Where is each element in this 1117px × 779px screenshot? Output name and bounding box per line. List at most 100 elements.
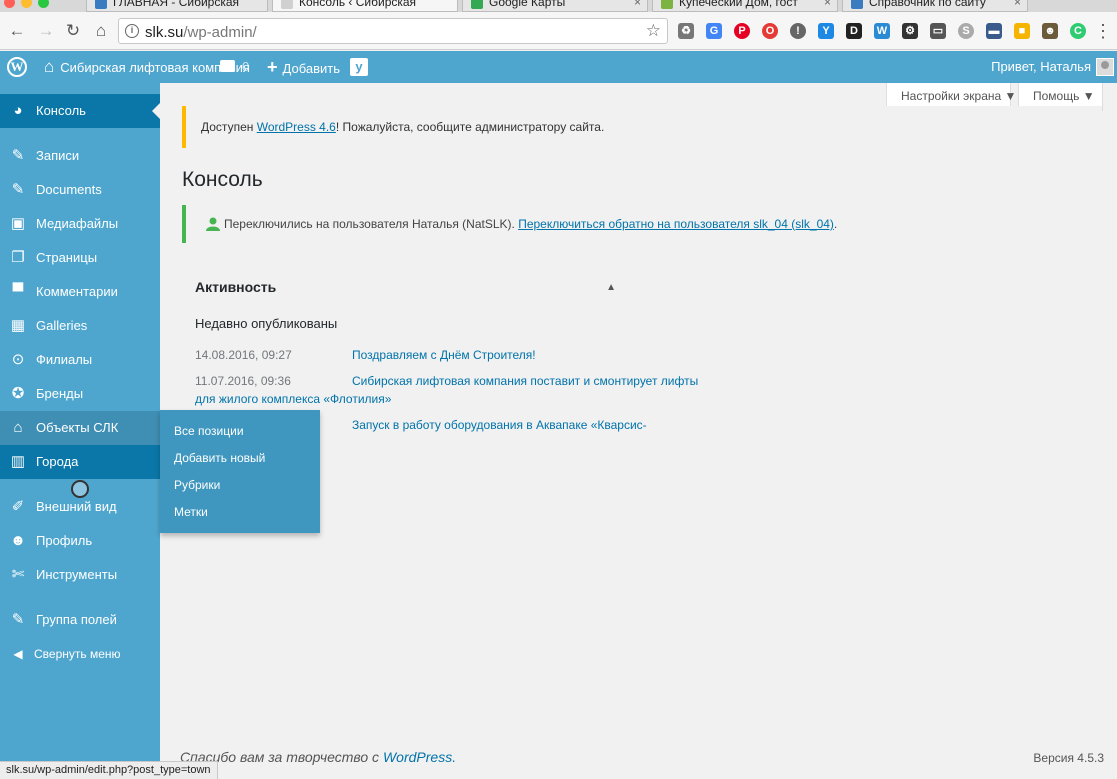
sidebar-item-field-groups[interactable]: ✎ Группа полей (0, 603, 160, 637)
notice-text: ! Пожалуйста, сообщите администратору са… (335, 120, 605, 134)
submenu-tags[interactable]: Метки (174, 505, 208, 519)
sidebar-item-branches[interactable]: ⊙ Филиалы (0, 343, 160, 377)
sidebar-item-label: Профиль (36, 533, 93, 548)
sidebar-item-label: Комментарии (36, 284, 118, 299)
close-tab-icon[interactable]: × (634, 0, 641, 9)
post-link[interactable]: для жилого комплекса «Флотилия» (195, 392, 391, 406)
sidebar-item-posts[interactable]: ✎ Записи (0, 139, 160, 173)
home-icon[interactable]: ⌂ (90, 20, 112, 42)
tab-favicon-icon (851, 0, 863, 9)
extension-owl-icon[interactable]: ☻ (1042, 23, 1058, 39)
greeting-text: Привет, Наталья (991, 59, 1091, 74)
zoom-window-button[interactable] (38, 0, 49, 8)
browser-tab[interactable]: Справочник по сайту × (842, 0, 1028, 12)
switch-user-notice: Переключились на пользователя Наталья (N… (182, 205, 1102, 243)
minimize-window-button[interactable] (21, 0, 32, 8)
extension-bookmark-icon[interactable]: ■ (1014, 23, 1030, 39)
extension-translate-icon[interactable]: G (706, 23, 722, 39)
close-window-button[interactable] (4, 0, 15, 8)
address-bar[interactable]: i slk.su/wp-admin/ ☆ (118, 18, 668, 44)
add-new-link[interactable]: + Добавить (267, 51, 340, 83)
browser-tab[interactable]: Google Карты × (462, 0, 648, 12)
wordpress-logo-icon[interactable]: W (7, 57, 27, 77)
post-link[interactable]: Поздравляем с Днём Строителя! (352, 348, 536, 362)
switch-notice-end: . (833, 217, 838, 231)
update-notice: Доступен WordPress 4.6! Пожалуйста, сооб… (182, 106, 1102, 148)
collapse-arrow-icon[interactable]: ▲ (606, 282, 616, 293)
extension-card-icon[interactable]: ▬ (986, 23, 1002, 39)
sidebar-item-tools[interactable]: ✄ Инструменты (0, 558, 160, 592)
location-icon: ⊙ (11, 351, 25, 368)
sidebar-item-profile[interactable]: ☻ Профиль (0, 524, 160, 558)
plugin-icon: ✎ (11, 611, 25, 628)
extension-recycle-icon[interactable]: ♻ (678, 23, 694, 39)
tab-favicon-icon (471, 0, 483, 9)
account-menu[interactable]: Привет, Наталья (991, 51, 1091, 83)
extension-opera-icon[interactable]: O (762, 23, 778, 39)
post-link[interactable]: Запуск в работу оборудования в Аквапаке … (352, 418, 647, 432)
submenu-categories[interactable]: Рубрики (174, 478, 220, 492)
comments-link[interactable]: 0 (220, 51, 249, 83)
user-icon: ☻ (10, 532, 26, 549)
extension-gear-icon[interactable]: ⚙ (902, 23, 918, 39)
sidebar-item-galleries[interactable]: ▦ Galleries (0, 309, 160, 343)
extension-shield-icon[interactable]: C (1070, 23, 1086, 39)
close-tab-icon[interactable]: × (1014, 0, 1021, 9)
comment-bubble-icon (220, 60, 235, 72)
extension-info-icon[interactable]: ! (790, 23, 806, 39)
home-icon: ⌂ (44, 57, 55, 76)
submenu-add-new[interactable]: Добавить новый (174, 451, 265, 465)
browser-tab[interactable]: ГЛАВНАЯ - Сибирская (86, 0, 268, 12)
extension-y-icon[interactable]: Y (818, 23, 834, 39)
reload-icon[interactable]: ↻ (62, 20, 84, 42)
switch-back-link[interactable]: Переключиться обратно на пользователя sl… (518, 217, 834, 231)
comment-icon: ▀ (12, 283, 24, 300)
sidebar-item-cities[interactable]: ▥ Города (0, 445, 160, 479)
tab-favicon-icon (95, 0, 107, 9)
sidebar-item-media[interactable]: ▣ Медиафайлы (0, 207, 160, 241)
caret-down-icon: ▼ (1004, 89, 1017, 103)
tab-title: Google Карты (489, 0, 566, 9)
bookmark-star-icon[interactable]: ☆ (646, 21, 661, 41)
wordpress-update-link[interactable]: WordPress 4.6 (257, 120, 336, 134)
building-icon: ▥ (10, 453, 26, 470)
sidebar-item-documents[interactable]: ✎ Documents (0, 173, 160, 207)
sidebar-item-label: Galleries (36, 318, 88, 333)
sidebar-collapse-button[interactable]: ◀ Свернуть меню (0, 637, 160, 671)
sidebar-item-comments[interactable]: ▀ Комментарии (0, 275, 160, 309)
post-date: 11.07.2016, 09:36 (195, 374, 291, 388)
forward-arrow-icon[interactable]: → (35, 20, 57, 42)
sidebar-item-label: Города (36, 454, 79, 469)
url-text[interactable]: slk.su/wp-admin/ (145, 24, 257, 41)
browser-menu-icon[interactable]: ⋮ (1092, 20, 1114, 42)
sidebar-item-brands[interactable]: ✪ Бренды (0, 377, 160, 411)
plus-icon: + (267, 57, 278, 77)
sidebar-item-label: Записи (36, 148, 80, 163)
browser-tab-active[interactable]: Консоль ‹ Сибирская (272, 0, 458, 12)
back-arrow-icon[interactable]: ← (6, 20, 28, 42)
extension-d-icon[interactable]: D (846, 23, 862, 39)
extension-pinterest-icon[interactable]: P (734, 23, 750, 39)
tab-title: Справочник по сайту (869, 0, 986, 9)
notice-text: Доступен (201, 120, 257, 134)
pages-icon: ❐ (11, 249, 25, 266)
sidebar-item-pages[interactable]: ❐ Страницы (0, 241, 160, 275)
close-tab-icon[interactable]: × (824, 0, 831, 9)
sidebar-item-dashboard[interactable]: ◕ Консоль (0, 94, 160, 128)
sidebar-item-objects[interactable]: ⌂ Объекты СЛК (0, 411, 160, 445)
wordpress-link[interactable]: WordPress. (383, 749, 456, 765)
post-link[interactable]: Сибирская лифтовая компания поставит и с… (352, 374, 698, 388)
info-icon[interactable]: i (125, 24, 139, 38)
recently-published-heading: Недавно опубликованы (195, 316, 338, 331)
browser-tab[interactable]: Купеческий Дом, гост × (652, 0, 838, 12)
extension-w-icon[interactable]: W (874, 23, 890, 39)
pin-icon: ✎ (11, 147, 25, 164)
extension-screen-icon[interactable]: ▭ (930, 23, 946, 39)
post-date: 14.08.2016, 09:27 (195, 348, 292, 362)
sidebar-item-label: Свернуть меню (34, 647, 121, 661)
extension-skype-icon[interactable]: S (958, 23, 974, 39)
avatar[interactable] (1096, 58, 1114, 76)
yoast-seo-icon[interactable]: y (350, 58, 368, 76)
browser-toolbar: ← → ↻ ⌂ i slk.su/wp-admin/ ☆ ♻ G P O ! Y… (0, 12, 1117, 50)
page-title: Консоль (182, 168, 263, 191)
